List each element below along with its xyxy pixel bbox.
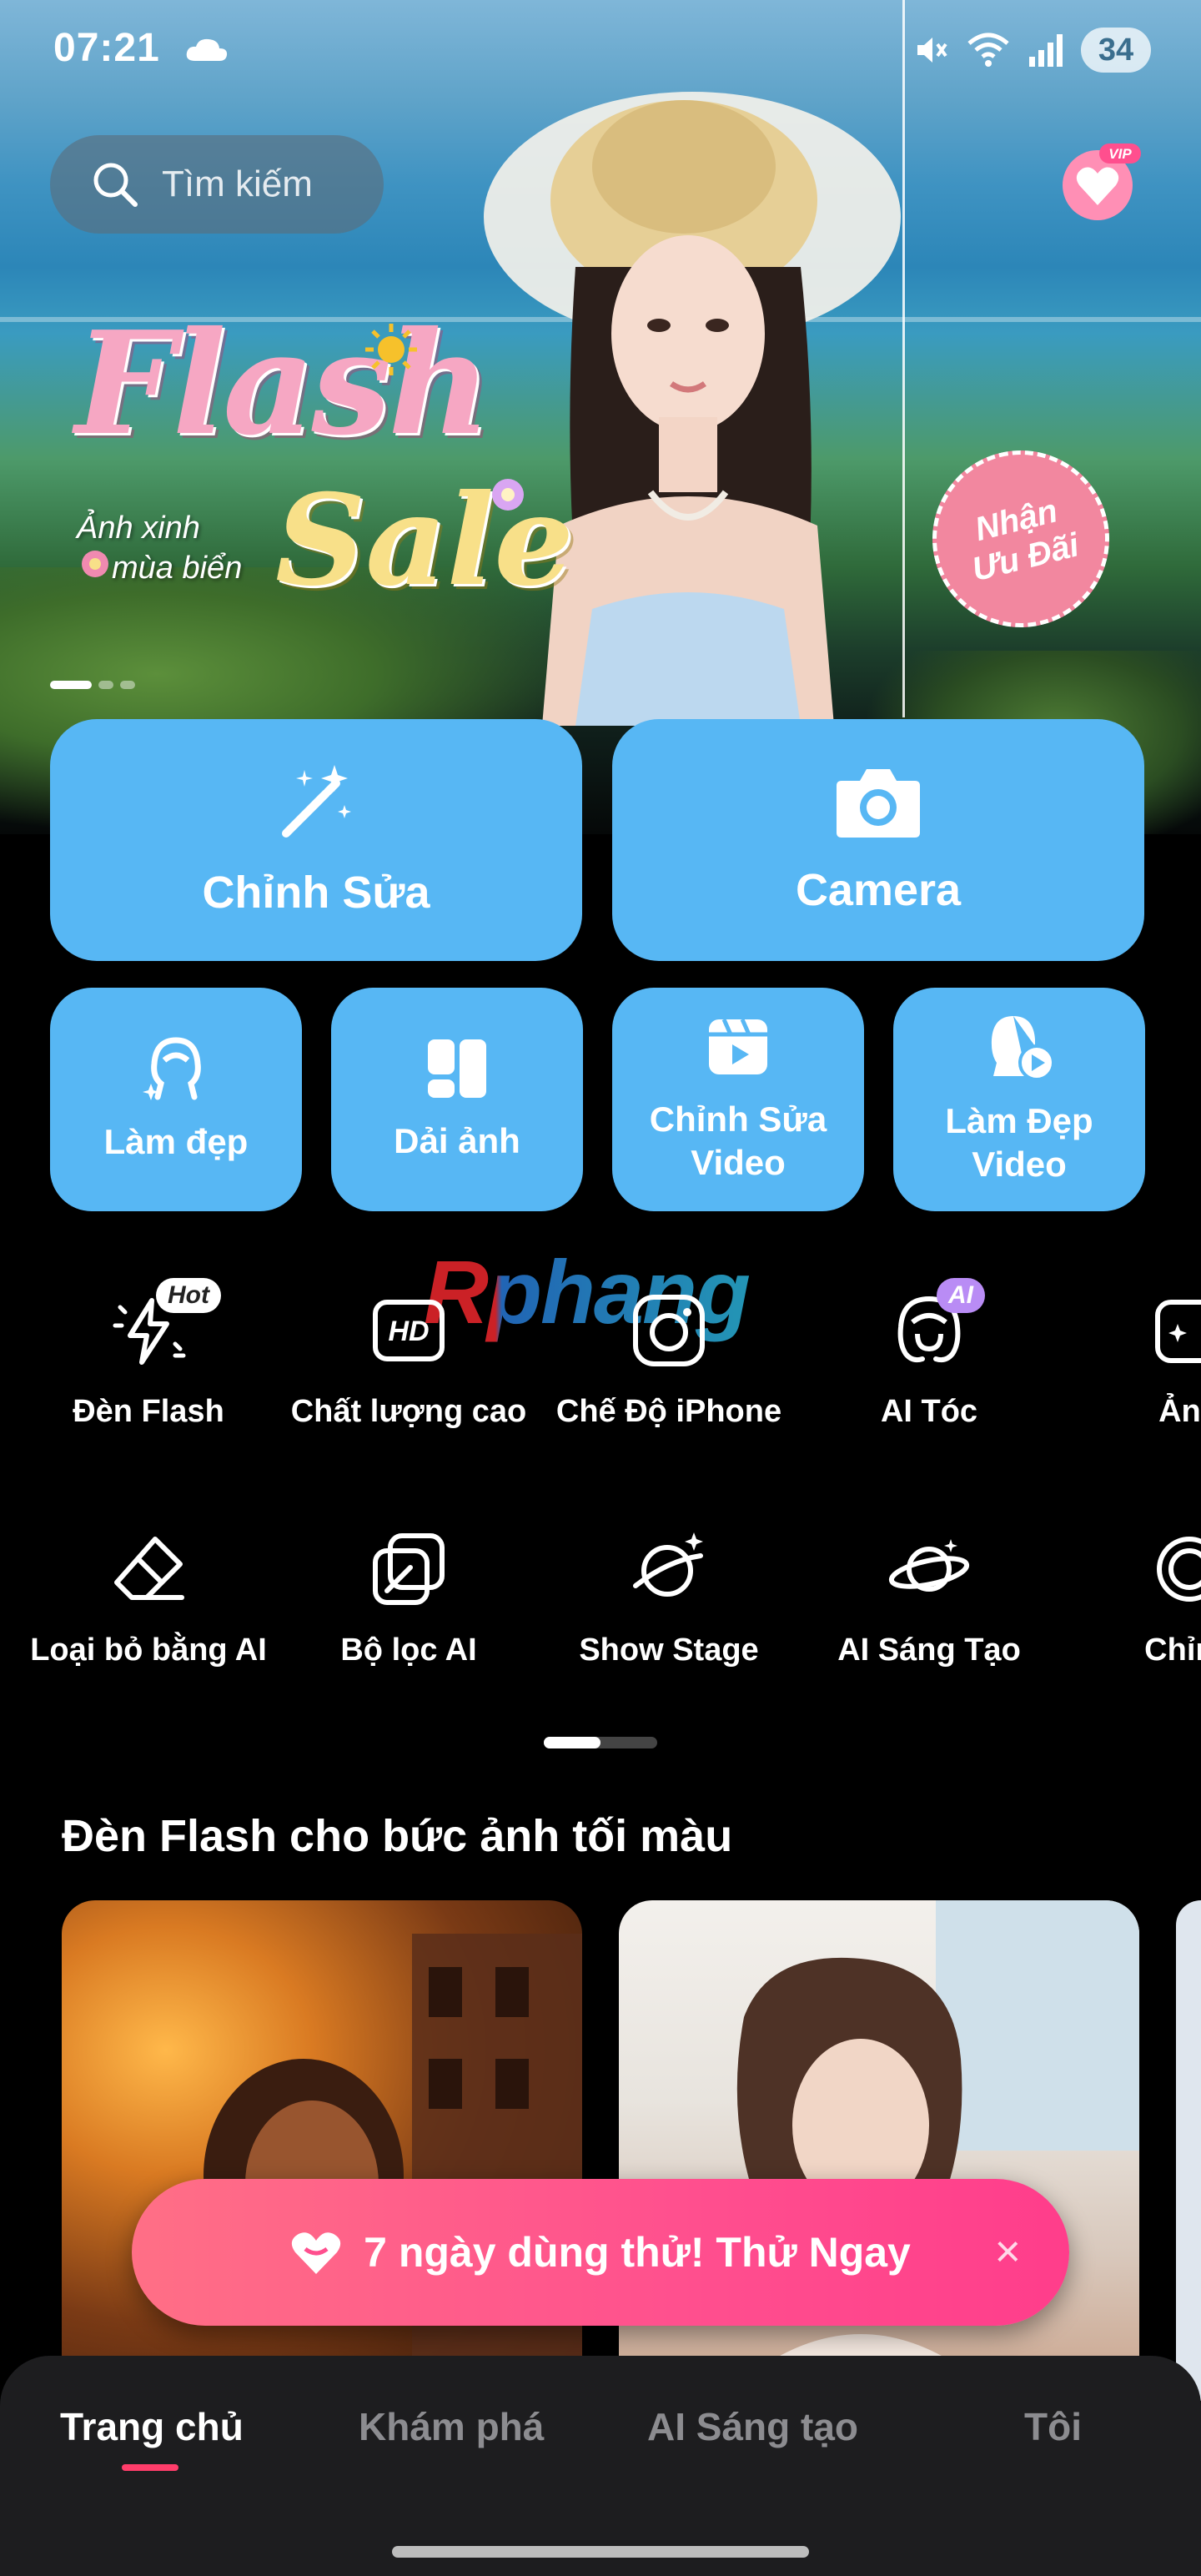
home-indicator[interactable] bbox=[392, 2546, 809, 2558]
eraser-icon bbox=[114, 1537, 184, 1600]
beauty-button-label: Làm đẹp bbox=[103, 1121, 249, 1161]
tool-adjust[interactable]: Chỉnh bbox=[1064, 1523, 1201, 1671]
ai-tag: AI bbox=[937, 1278, 985, 1313]
status-bar: 07:21 34 bbox=[0, 0, 1201, 100]
tool-ai-remove-label: Loại bỏ bằng AI bbox=[30, 1633, 267, 1668]
tool-ai-remove[interactable]: Loại bỏ bằng AI bbox=[23, 1523, 274, 1671]
video-beauty-icon bbox=[991, 1015, 1055, 1081]
clock: 07:21 bbox=[53, 26, 160, 70]
camera-button-label: Camera bbox=[795, 865, 962, 915]
cloud-icon bbox=[186, 38, 228, 61]
tool-flash-label: Đèn Flash bbox=[73, 1394, 224, 1429]
search-icon bbox=[93, 163, 138, 207]
magic-wand-icon bbox=[282, 765, 351, 838]
tool-ai-hair[interactable]: AI AI Tóc bbox=[804, 1278, 1054, 1432]
trial-banner-text: 7 ngày dùng thử! Thử Ngay bbox=[364, 2229, 911, 2276]
sun-icon bbox=[365, 324, 417, 375]
iphone-camera-icon bbox=[633, 1295, 705, 1366]
collage-icon bbox=[428, 1039, 486, 1098]
sample-card-2[interactable] bbox=[619, 1900, 1139, 2401]
banner-subtitle-2: mùa biển bbox=[112, 551, 243, 586]
flower-icon-2 bbox=[492, 479, 524, 511]
trial-banner[interactable]: 7 ngày dùng thử! Thử Ngay × bbox=[132, 2179, 1069, 2326]
hot-tag: Hot bbox=[156, 1278, 221, 1313]
video-edit-button-label: Chỉnh Sửa Video bbox=[649, 1099, 827, 1183]
nav-ai-create[interactable]: AI Sáng tạo bbox=[647, 2404, 858, 2449]
video-beauty-button[interactable]: Làm Đẹp Video bbox=[893, 988, 1145, 1211]
section-title: Đèn Flash cho bức ảnh tối màu bbox=[62, 1811, 733, 1861]
hd-icon: HD bbox=[373, 1300, 445, 1361]
planet-icon bbox=[888, 1539, 970, 1592]
signal-icon bbox=[1029, 34, 1063, 67]
camera-button[interactable]: Camera bbox=[612, 719, 1144, 961]
tool-adjust-label: Chỉnh bbox=[1144, 1633, 1201, 1668]
nav-me[interactable]: Tôi bbox=[1024, 2404, 1082, 2449]
show-stage-icon bbox=[633, 1532, 703, 1597]
tool-ai-filter[interactable]: Bộ lọc AI bbox=[284, 1523, 534, 1671]
search-placeholder: Tìm kiếm bbox=[162, 164, 313, 204]
collage-button-label: Dải ảnh bbox=[394, 1120, 520, 1160]
beauty-face-icon bbox=[143, 1037, 201, 1100]
tool-photo[interactable]: Ảnh bbox=[1064, 1285, 1201, 1432]
tool-hd-label: Chất lượng cao bbox=[290, 1394, 527, 1429]
sample-card-3[interactable] bbox=[1176, 1900, 1201, 2401]
search-input[interactable]: Tìm kiếm bbox=[50, 135, 384, 234]
tool-show-stage-label: Show Stage bbox=[579, 1633, 759, 1668]
close-icon[interactable]: × bbox=[994, 2226, 1021, 2277]
banner-title-sale: Sale bbox=[275, 467, 574, 614]
sample-image-2 bbox=[719, 1900, 1139, 2401]
vip-label: VIP bbox=[1108, 146, 1132, 162]
tool-show-stage[interactable]: Show Stage bbox=[544, 1523, 794, 1671]
heart-icon bbox=[291, 2232, 341, 2274]
nav-home[interactable]: Trang chủ bbox=[60, 2404, 244, 2449]
compare-divider[interactable] bbox=[902, 0, 905, 717]
banner-title-flash: Flash bbox=[75, 300, 491, 467]
banner-subtitle-1: Ảnh xinh bbox=[77, 511, 200, 546]
wifi-icon bbox=[967, 33, 1009, 67]
beauty-button[interactable]: Làm đẹp bbox=[50, 988, 302, 1211]
tool-ai-create-label: AI Sáng Tạo bbox=[837, 1633, 1021, 1668]
svg-text:HD: HD bbox=[388, 1316, 429, 1347]
ai-filter-icon bbox=[373, 1533, 445, 1605]
edit-button[interactable]: Chỉnh Sửa bbox=[50, 719, 582, 961]
tool-iphone-mode[interactable]: Chế Độ iPhone bbox=[544, 1285, 794, 1432]
tool-photo-label: Ảnh bbox=[1158, 1394, 1201, 1429]
mute-icon bbox=[917, 38, 947, 63]
tool-ai-filter-label: Bộ lọc AI bbox=[340, 1633, 477, 1668]
ring-icon bbox=[1157, 1537, 1201, 1602]
status-icons: 34 bbox=[912, 27, 1151, 73]
video-beauty-button-label: Làm Đẹp Video bbox=[945, 1100, 1093, 1185]
nav-explore[interactable]: Khám phá bbox=[359, 2404, 544, 2449]
video-edit-button[interactable]: Chỉnh Sửa Video bbox=[612, 988, 864, 1211]
edit-button-label: Chỉnh Sửa bbox=[202, 868, 430, 918]
banner-model-image bbox=[484, 92, 901, 726]
sample-image-1 bbox=[204, 1934, 582, 2401]
tool-ai-create[interactable]: AI Sáng Tạo bbox=[804, 1523, 1054, 1671]
tool-flash[interactable]: Hot Đèn Flash bbox=[23, 1278, 274, 1432]
flower-icon bbox=[82, 551, 108, 577]
banner-pagination bbox=[50, 681, 135, 689]
battery-indicator: 34 bbox=[1081, 28, 1151, 73]
promo-banner[interactable]: 07:21 34 Tìm kiếm VIP Flash Sale Ảnh xin… bbox=[0, 0, 1201, 834]
nav-active-indicator bbox=[122, 2464, 178, 2471]
video-edit-icon bbox=[709, 1018, 767, 1074]
sample-card-1[interactable] bbox=[62, 1900, 582, 2401]
camera-icon bbox=[837, 769, 920, 838]
collage-button[interactable]: Dải ảnh bbox=[331, 988, 583, 1211]
tool-ai-hair-label: AI Tóc bbox=[880, 1394, 978, 1429]
tool-hd[interactable]: HD Chất lượng cao bbox=[284, 1285, 534, 1432]
bottom-nav: Trang chủ Khám phá AI Sáng tạo Tôi bbox=[0, 2356, 1201, 2576]
photo-sparkle-icon bbox=[1155, 1300, 1201, 1363]
tool-iphone-mode-label: Chế Độ iPhone bbox=[555, 1394, 782, 1429]
tools-pagination bbox=[544, 1737, 657, 1748]
vip-heart-icon[interactable]: VIP bbox=[1059, 142, 1143, 225]
